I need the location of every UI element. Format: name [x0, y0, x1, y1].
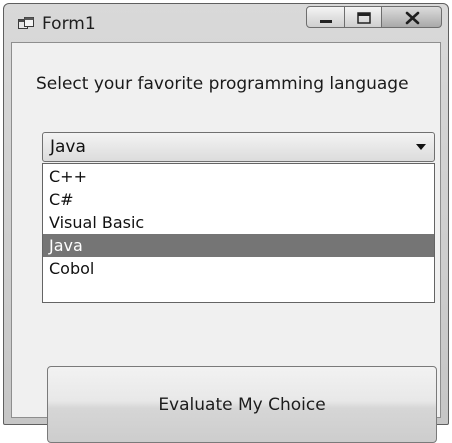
window-title: Form1 — [42, 14, 96, 34]
minimize-button[interactable] — [306, 6, 345, 28]
dropdown-option-visual-basic[interactable]: Visual Basic — [43, 211, 434, 234]
maximize-icon — [357, 12, 371, 24]
language-dropdown-list: C++ C# Visual Basic Java Cobol — [42, 163, 435, 303]
form-client-area: Select your favorite programming languag… — [11, 42, 441, 443]
evaluate-choice-button[interactable]: Evaluate My Choice — [47, 366, 437, 443]
caption-buttons — [306, 6, 442, 30]
dropdown-option-java[interactable]: Java — [43, 234, 434, 257]
combobox-selected-value: Java — [50, 137, 86, 157]
dropdown-option-cobol[interactable]: Cobol — [43, 257, 434, 280]
minimize-icon — [320, 20, 332, 23]
close-button[interactable] — [381, 6, 442, 28]
language-combobox[interactable]: Java — [42, 132, 435, 162]
title-bar[interactable]: Form1 — [4, 4, 448, 44]
chevron-down-icon[interactable] — [416, 144, 426, 150]
form1-window: Form1 Select your favorite programming l… — [3, 3, 449, 443]
form-window-icon — [18, 17, 34, 29]
dropdown-option-cpp[interactable]: C++ — [43, 165, 434, 188]
prompt-label: Select your favorite programming languag… — [36, 74, 409, 94]
maximize-button[interactable] — [344, 6, 382, 28]
close-icon — [405, 11, 420, 25]
dropdown-option-csharp[interactable]: C# — [43, 188, 434, 211]
